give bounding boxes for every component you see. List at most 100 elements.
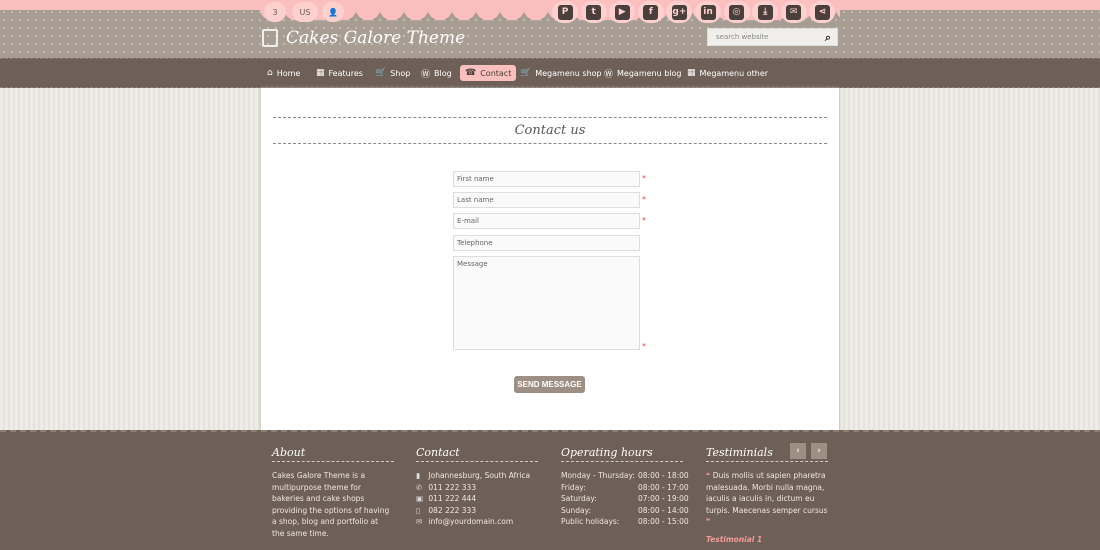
day: Friday:: [561, 482, 586, 492]
user-icon[interactable]: 👤: [322, 2, 344, 22]
language-button[interactable]: US: [292, 2, 318, 22]
instagram-glyph: ◎: [729, 4, 745, 20]
telephone-input[interactable]: Telephone: [453, 235, 640, 251]
footer-contact: Contact ▮ Johannesburg, South Africa ✆ 0…: [416, 446, 538, 528]
contact-heading: Contact: [416, 446, 538, 462]
email-icon[interactable]: ✉: [780, 1, 807, 23]
day: Public holidays:: [561, 517, 620, 526]
download-glyph: ⤓: [757, 4, 773, 20]
nav-icon: 🛒: [375, 68, 387, 78]
day: Saturday:: [561, 494, 597, 503]
nav-icon: ▦: [316, 68, 325, 78]
nav-home[interactable]: ⌂ Home: [262, 65, 305, 81]
nav-blog[interactable]: Ⓦ Blog: [416, 65, 457, 81]
hours-row: Friday: 08:00 - 17:00: [561, 482, 689, 494]
twitter-icon[interactable]: t: [580, 1, 607, 23]
nav-label: Megamenu other: [699, 68, 769, 78]
day: Sunday:: [561, 505, 592, 515]
send-message-button[interactable]: SEND MESSAGE: [514, 376, 585, 393]
testimonials-heading: Testiminials: [706, 446, 828, 462]
nav-label: Megamenu shop: [535, 68, 602, 78]
nav-icon: ⌂: [267, 68, 273, 78]
phone: 011 222 333: [428, 482, 477, 492]
testimonial-text: Duis mollis ut sapien pharetra malesuada…: [706, 471, 828, 515]
footer-hours: Operating hours Monday - Thursday: 08:00 …: [561, 446, 689, 528]
mobile: 082 222 333: [428, 505, 477, 515]
download-icon[interactable]: ⤓: [752, 1, 779, 23]
pinterest-icon[interactable]: P: [552, 1, 578, 23]
hours-row: Saturday: 07:00 - 19:00: [561, 493, 689, 505]
quote-close-icon: ❞: [706, 517, 711, 526]
first-name-input[interactable]: First name: [453, 171, 640, 187]
required-marker: *: [642, 342, 646, 351]
facebook-icon[interactable]: f: [637, 1, 664, 23]
facebook-glyph: f: [643, 4, 659, 20]
nav-shop[interactable]: 🛒 Shop: [370, 65, 415, 81]
nav-label: Contact: [480, 68, 512, 78]
time: 08:00 - 14:00: [638, 505, 689, 515]
nav-label: Home: [276, 68, 301, 78]
time: 08:00 - 17:00: [638, 482, 689, 492]
nav-megamenu-shop[interactable]: 🛒 Megamenu shop: [515, 65, 607, 81]
google-plus-icon[interactable]: g+: [666, 1, 693, 23]
youtube-glyph: ▶: [614, 4, 630, 20]
required-marker: *: [642, 216, 646, 225]
search-placeholder: search website: [716, 33, 769, 41]
day: Monday - Thursday:: [561, 471, 635, 480]
email-input[interactable]: E-mail: [453, 213, 640, 229]
footer-testimonials: Testiminials ❝ Duis mollis ut sapien pha…: [706, 446, 828, 545]
footer: About Cakes Galore Theme is a multipurpo…: [0, 430, 1100, 550]
phone-icon: ✆: [416, 482, 423, 492]
youtube-icon[interactable]: ▶: [609, 1, 636, 23]
nav-icon: ▦: [687, 68, 696, 78]
cart-count-button[interactable]: 3: [264, 2, 286, 22]
email-link[interactable]: info@yourdomain.com: [428, 517, 513, 526]
hours-row: Sunday: 08:00 - 14:00: [561, 505, 689, 517]
main-nav: ⌂ Home ▦ Features 🛒 Shop Ⓦ Blog ☎ Contact 🛒 Megamen…: [0, 58, 1100, 88]
time: 08:00 - 15:00: [638, 517, 689, 526]
nav-contact[interactable]: ☎ Contact: [460, 65, 517, 81]
linkedin-icon[interactable]: in: [695, 1, 721, 23]
nav-icon: Ⓦ: [604, 69, 614, 80]
share-icon[interactable]: ⋖: [809, 1, 836, 23]
logo-text: Cakes Galore Theme: [286, 28, 466, 48]
nav-icon: Ⓦ: [421, 69, 431, 80]
envelope-icon: ✉: [416, 517, 423, 526]
google-plus-glyph: g+: [671, 4, 687, 20]
hours-heading: Operating hours: [561, 446, 683, 462]
testimonial-next-button[interactable]: ›: [811, 443, 827, 459]
logo[interactable]: Cakes Galore Theme: [262, 28, 465, 48]
last-name-input[interactable]: Last name: [453, 192, 640, 208]
search-input[interactable]: search website ⌕: [707, 28, 838, 46]
message-textarea[interactable]: Message: [453, 256, 640, 350]
twitter-glyph: t: [586, 4, 602, 20]
mobile-icon: ▯: [416, 505, 421, 515]
required-marker: *: [642, 174, 646, 183]
share-glyph: ⋖: [814, 4, 830, 20]
testimonial-prev-button[interactable]: ‹: [790, 443, 806, 459]
fax: 011 222 444: [428, 494, 477, 503]
hours-row: Monday - Thursday: 08:00 - 18:00: [561, 470, 689, 482]
content-area: Contact us First name * Last name * E-ma…: [261, 88, 839, 430]
nav-megamenu-other[interactable]: ▦ Megamenu other: [682, 65, 773, 81]
quote-open-icon: ❝: [706, 471, 711, 480]
fax-icon: ▣: [416, 494, 424, 503]
footer-about: About Cakes Galore Theme is a multipurpo…: [272, 446, 394, 539]
instagram-icon[interactable]: ◎: [723, 1, 750, 23]
nav-icon: 🛒: [520, 68, 532, 78]
search-icon[interactable]: ⌕: [825, 31, 831, 45]
building-icon: ▮: [416, 471, 421, 480]
page-title: Contact us: [273, 117, 827, 144]
nav-label: Shop: [390, 68, 411, 78]
nav-features[interactable]: ▦ Features: [311, 65, 368, 81]
header: 3 US 👤 Pt ▶ f g+ in ◎ ⤓ ✉ ⋖ Cakes Galore Theme s…: [0, 0, 1100, 58]
nav-icon: ☎: [465, 68, 477, 78]
testimonial-author: Testimonial 1: [706, 534, 763, 544]
email-glyph: ✉: [786, 4, 802, 20]
nav-megamenu-blog[interactable]: Ⓦ Megamenu blog: [599, 65, 687, 81]
linkedin-glyph: in: [700, 4, 716, 20]
pinterest-glyph: P: [557, 4, 573, 20]
about-heading: About: [272, 446, 394, 462]
nav-label: Features: [328, 68, 363, 78]
address: Johannesburg, South Africa: [428, 471, 531, 480]
